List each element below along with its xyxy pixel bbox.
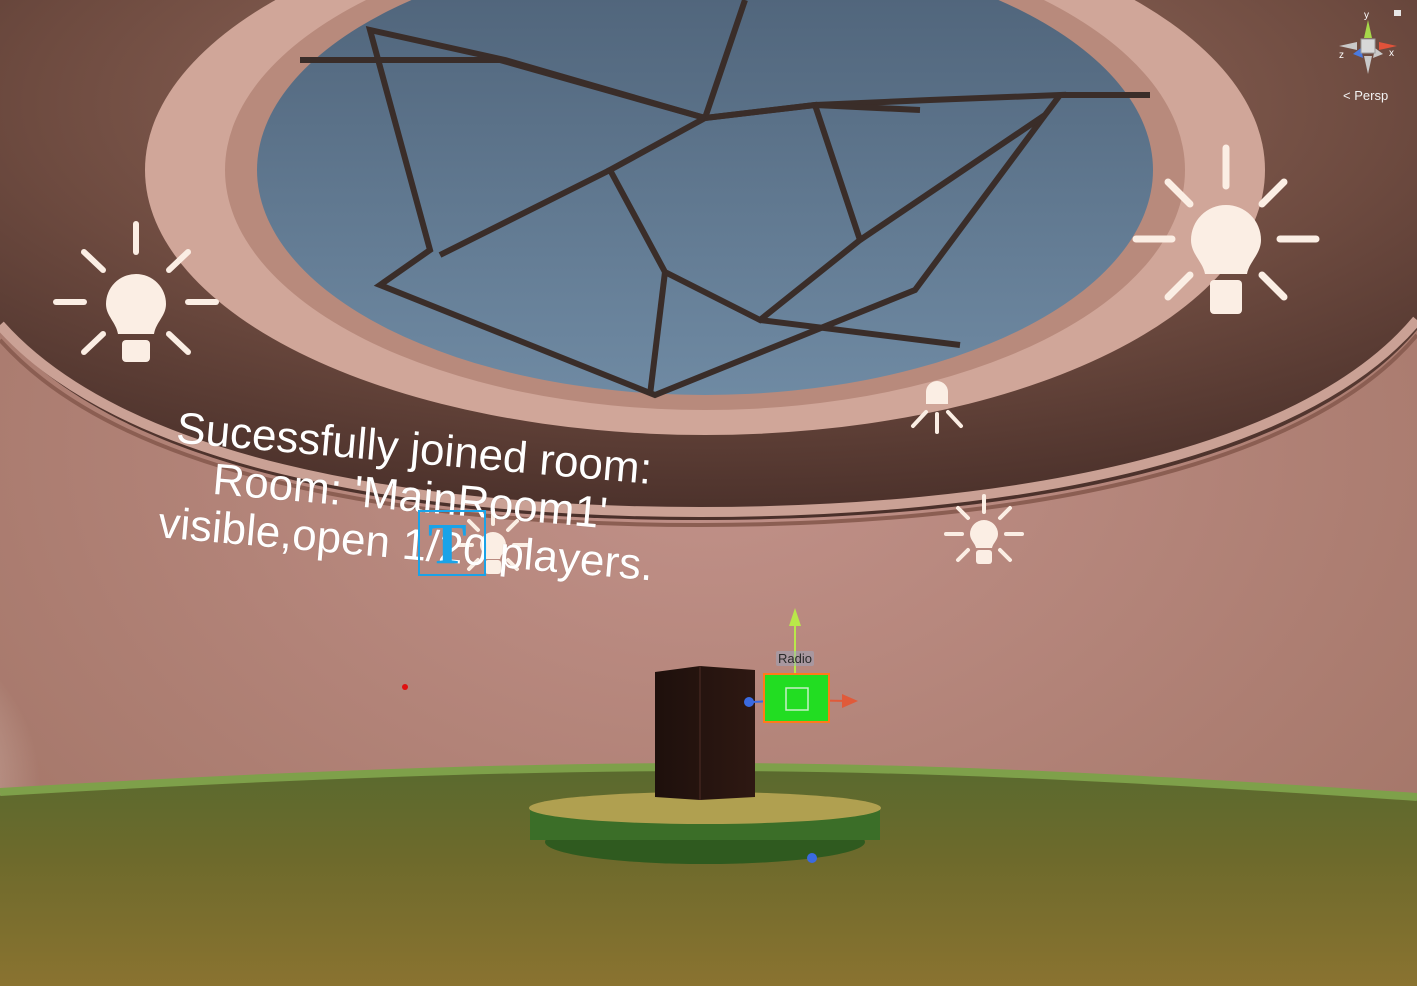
gizmo-axis-x: x (1389, 48, 1394, 59)
radio-object[interactable] (655, 666, 755, 800)
projection-toggle[interactable]: < Persp (1343, 88, 1388, 103)
text-component-glyph: T (428, 511, 467, 576)
selected-object-label[interactable]: Radio (776, 651, 814, 666)
gizmo-axis-y: y (1364, 10, 1369, 21)
gizmo-axis-z: z (1339, 50, 1344, 61)
scene-orientation-gizmo[interactable]: y x z < Persp (1333, 8, 1403, 108)
persp-chevron-icon: < (1343, 88, 1351, 103)
text-component-icon[interactable]: T (418, 510, 486, 576)
projection-label: Persp (1354, 88, 1389, 103)
red-marker (402, 684, 408, 690)
lock-icon (1394, 10, 1401, 16)
scene-gizmo-icon: y x z (1339, 10, 1401, 74)
